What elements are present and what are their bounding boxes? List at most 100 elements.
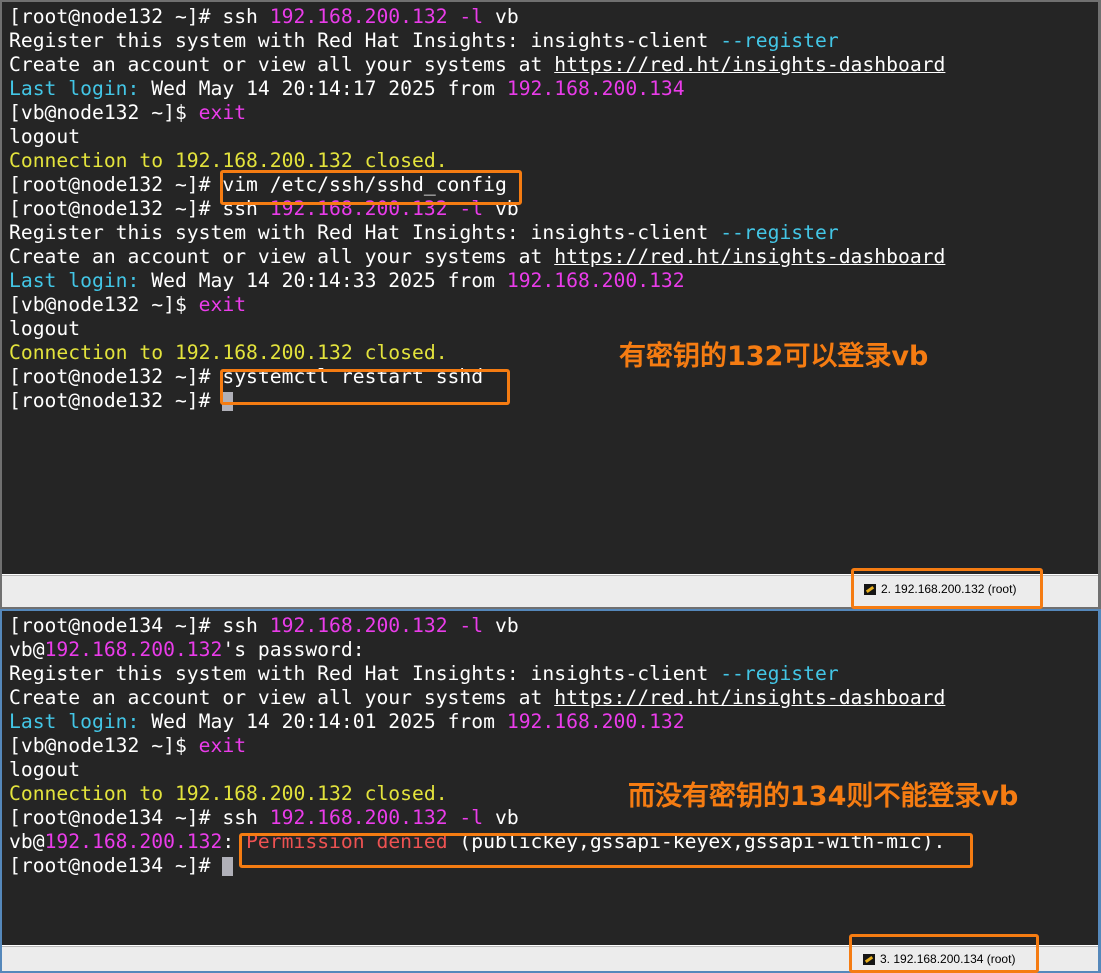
terminal-text: 's password: — [222, 638, 365, 661]
terminal-text: -l — [459, 5, 484, 28]
pencil-icon — [864, 583, 876, 595]
terminal-text: [vb@node132 ~]$ — [9, 293, 199, 316]
terminal-text: 192.168.200.132 — [269, 614, 448, 637]
session-tab[interactable]: 2. 192.168.200.132 (root) — [864, 582, 1016, 596]
terminal-text: vb — [483, 614, 519, 637]
terminal-text: Permission denied — [246, 830, 448, 853]
terminal-link[interactable]: https://red.ht/insights-dashboard — [554, 686, 945, 709]
terminal-line: Last login: Wed May 14 20:14:01 2025 fro… — [9, 710, 945, 734]
terminal-text: Last login: — [9, 269, 140, 292]
terminal-text: 192.168.200.132 — [269, 197, 448, 220]
terminal-text: [root@node132 ~]# — [9, 389, 223, 412]
terminal-cursor — [222, 392, 234, 411]
terminal-text: [root@node134 ~]# ssh — [9, 806, 270, 829]
terminal-lines: [root@node134 ~]# ssh 192.168.200.132 -l… — [9, 614, 945, 878]
terminal-text: [root@node134 ~]# — [9, 854, 223, 877]
terminal-line: [vb@node132 ~]$ exit — [9, 101, 945, 125]
terminal-text: vb — [483, 806, 519, 829]
terminal-text: (publickey,gssapi-keyex,gssapi-with-mic)… — [447, 830, 946, 853]
annotation-text: 有密钥的132可以登录vb — [619, 341, 929, 372]
session-tab-label: 3. 192.168.200.134 (root) — [880, 952, 1016, 966]
terminal-link[interactable]: https://red.ht/insights-dashboard — [554, 53, 945, 76]
terminal-line: Last login: Wed May 14 20:14:33 2025 fro… — [9, 269, 945, 293]
terminal-output[interactable]: [root@node132 ~]# ssh 192.168.200.132 -l… — [2, 2, 1098, 574]
terminal-text: Connection to 192.168.200.132 closed. — [9, 782, 448, 805]
terminal-text: Wed May 14 20:14:33 2025 from — [139, 269, 507, 292]
terminal-cursor — [222, 857, 234, 876]
terminal-text: --register — [720, 221, 839, 244]
terminal-line: vb@192.168.200.132's password: — [9, 638, 945, 662]
terminal-text: [root@node132 ~]# ssh — [9, 5, 270, 28]
session-tab[interactable]: 3. 192.168.200.134 (root) — [863, 952, 1015, 966]
terminal-line: logout — [9, 125, 945, 149]
terminal-text: exit — [198, 734, 247, 757]
terminal-text: Last login: — [9, 710, 140, 733]
terminal-text: Connection to 192.168.200.132 closed. — [9, 149, 448, 172]
terminal-line: [vb@node132 ~]$ exit — [9, 734, 945, 758]
terminal-link[interactable]: https://red.ht/insights-dashboard — [554, 245, 945, 268]
pencil-icon — [863, 953, 875, 965]
terminal-text: exit — [198, 293, 247, 316]
terminal-text: Register this system with Red Hat Insigh… — [9, 662, 721, 685]
terminal-text: [root@node132 ~]# vim /etc/ssh/sshd_conf… — [9, 173, 507, 196]
terminal-text: Last login: — [9, 77, 140, 100]
terminal-text: -l — [459, 614, 484, 637]
terminal-line: [root@node132 ~]# ssh 192.168.200.132 -l… — [9, 197, 945, 221]
terminal-pane-node134[interactable]: [root@node134 ~]# ssh 192.168.200.132 -l… — [0, 609, 1101, 973]
terminal-text: [vb@node132 ~]$ — [9, 734, 199, 757]
terminal-text: [root@node132 ~]# systemctl restart sshd — [9, 365, 484, 388]
terminal-line: [vb@node132 ~]$ exit — [9, 293, 945, 317]
terminal-text: logout — [9, 758, 81, 781]
terminal-text: 192.168.200.132 — [269, 806, 448, 829]
terminal-text: [root@node132 ~]# ssh — [9, 197, 270, 220]
terminal-text: vb — [483, 197, 519, 220]
terminal-line: Register this system with Red Hat Insigh… — [9, 662, 945, 686]
terminal-text: Wed May 14 20:14:01 2025 from — [139, 710, 507, 733]
terminal-line: [root@node132 ~]# vim /etc/ssh/sshd_conf… — [9, 173, 945, 197]
terminal-text: logout — [9, 317, 81, 340]
session-tab-label: 2. 192.168.200.132 (root) — [881, 582, 1017, 596]
terminal-line: Create an account or view all your syste… — [9, 53, 945, 77]
terminal-text: 192.168.200.132 — [44, 830, 223, 853]
terminal-text: Create an account or view all your syste… — [9, 686, 555, 709]
terminal-text: 192.168.200.132 — [506, 269, 685, 292]
terminal-line: [root@node132 ~]# — [9, 389, 945, 413]
terminal-text: logout — [9, 125, 81, 148]
annotation-text: 而没有密钥的134则不能登录vb — [628, 781, 1019, 812]
terminal-text: Create an account or view all your syste… — [9, 53, 555, 76]
terminal-line: Register this system with Red Hat Insigh… — [9, 29, 945, 53]
terminal-text: Register this system with Red Hat Insigh… — [9, 221, 721, 244]
terminal-text: Create an account or view all your syste… — [9, 245, 555, 268]
terminal-text: Register this system with Red Hat Insigh… — [9, 29, 721, 52]
terminal-line: vb@192.168.200.132: Permission denied (p… — [9, 830, 945, 854]
terminal-line: [root@node134 ~]# — [9, 854, 945, 878]
terminal-output[interactable]: [root@node134 ~]# ssh 192.168.200.132 -l… — [2, 611, 1098, 945]
terminal-text: exit — [198, 101, 247, 124]
terminal-text: --register — [720, 29, 839, 52]
terminal-text: -l — [459, 806, 484, 829]
terminal-text: 192.168.200.132 — [506, 710, 685, 733]
terminal-pane-node132[interactable]: [root@node132 ~]# ssh 192.168.200.132 -l… — [0, 0, 1101, 609]
status-bar: 3. 192.168.200.134 (root) — [2, 946, 1098, 971]
status-bar: 2. 192.168.200.132 (root) — [2, 575, 1098, 607]
terminal-line: [root@node132 ~]# ssh 192.168.200.132 -l… — [9, 5, 945, 29]
terminal-text: : — [222, 830, 247, 853]
terminal-text: --register — [720, 662, 839, 685]
terminal-text: vb@ — [9, 830, 45, 853]
terminal-text: -l — [459, 197, 484, 220]
terminal-line: Last login: Wed May 14 20:14:17 2025 fro… — [9, 77, 945, 101]
terminal-line: Connection to 192.168.200.132 closed. — [9, 149, 945, 173]
terminal-line: Create an account or view all your syste… — [9, 686, 945, 710]
terminal-text: [root@node134 ~]# ssh — [9, 614, 270, 637]
terminal-line: Create an account or view all your syste… — [9, 245, 945, 269]
terminal-text: 192.168.200.132 — [269, 5, 448, 28]
terminal-text: [vb@node132 ~]$ — [9, 101, 199, 124]
terminal-text: Connection to 192.168.200.132 closed. — [9, 341, 448, 364]
terminal-text: vb@ — [9, 638, 45, 661]
terminal-line: [root@node134 ~]# ssh 192.168.200.132 -l… — [9, 614, 945, 638]
terminal-line: Register this system with Red Hat Insigh… — [9, 221, 945, 245]
